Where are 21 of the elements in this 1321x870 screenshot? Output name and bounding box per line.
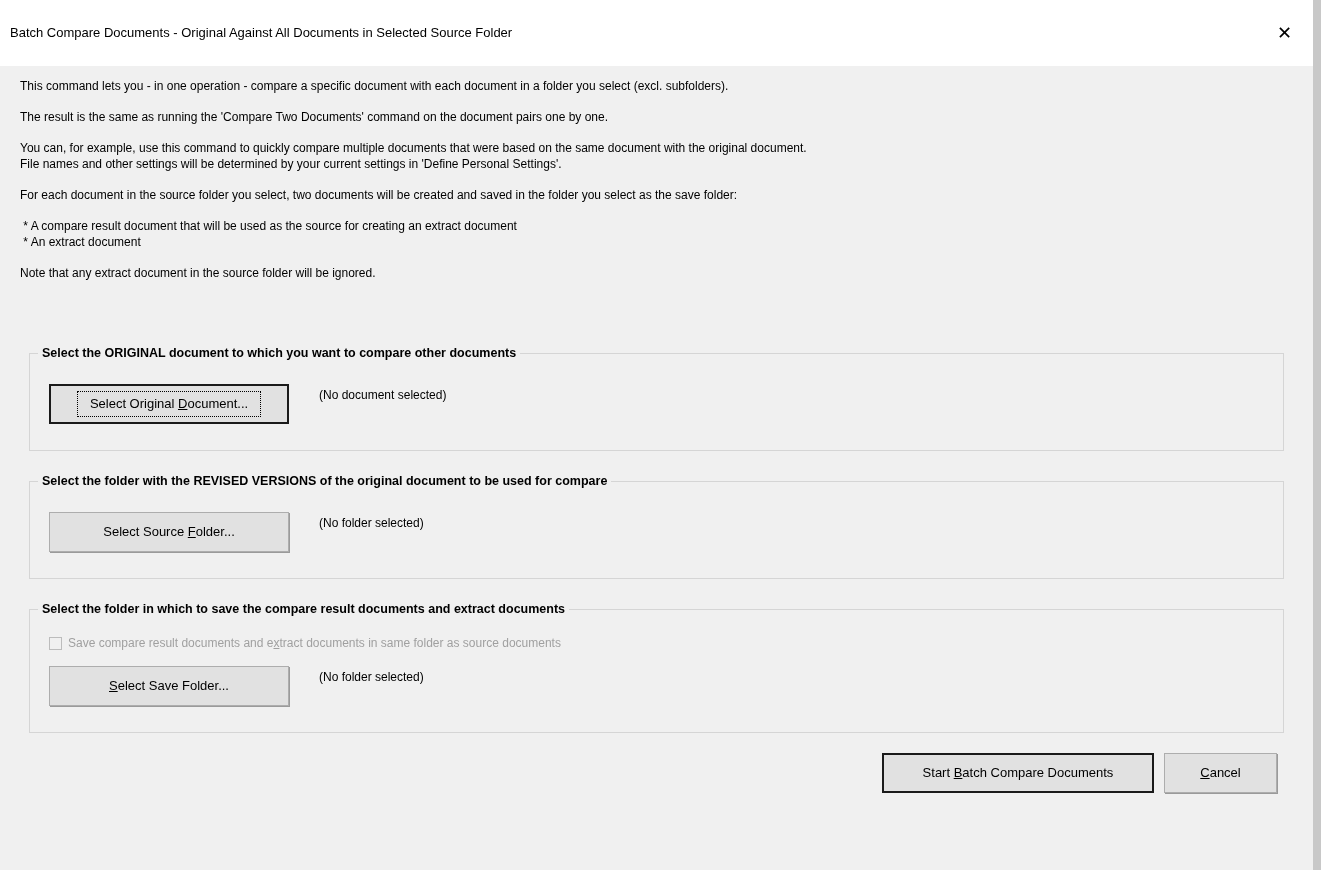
description-text: Note that any extract document in the source folder will be ignored. bbox=[20, 265, 377, 281]
group-title: Select the folder in which to save the compare result documents and extract documents bbox=[38, 601, 570, 617]
dialog-button[interactable]: Start Batch Compare Documents bbox=[882, 753, 1154, 793]
description-text: For each document in the source folder you select, two documents will be created and saved in the folder you select as the save folder: bbox=[20, 187, 739, 203]
dialog-button[interactable]: Select Source Folder... bbox=[49, 512, 289, 552]
dialog-button[interactable]: Select Original Document... bbox=[49, 384, 289, 424]
dialog-button[interactable]: Cancel bbox=[1164, 753, 1277, 793]
description-text: You can, for example, use this command to quickly compare multiple documents that were based on the same document with the original document. bbox=[20, 140, 808, 156]
selection-status: (No folder selected) bbox=[319, 515, 424, 532]
window-title: Batch Compare Documents - Original Against All Documents in Selected Source Folder bbox=[10, 24, 513, 43]
description-text: File names and other settings will be determined by your current settings in 'Define Personal Settings'. bbox=[20, 156, 563, 172]
description-text: This command lets you - in one operation - compare a specific document with each document in a folder you select (excl. subfolders). bbox=[20, 78, 730, 94]
selection-status: (No folder selected) bbox=[319, 669, 424, 686]
description-text: * An extract document bbox=[22, 234, 142, 250]
dialog-button[interactable]: Select Save Folder... bbox=[49, 666, 289, 706]
description-text: The result is the same as running the 'Compare Two Documents' command on the document pairs one by one. bbox=[20, 109, 609, 125]
selection-status: (No document selected) bbox=[319, 387, 447, 404]
description-text: * A compare result document that will be used as the source for creating an extract document bbox=[22, 218, 518, 234]
close-button[interactable]: ✕ bbox=[1269, 18, 1299, 48]
group-title: Select the folder with the REVISED VERSIONS of the original document to be used for compare bbox=[38, 473, 612, 489]
group-title: Select the ORIGINAL document to which you want to compare other documents bbox=[38, 345, 521, 361]
